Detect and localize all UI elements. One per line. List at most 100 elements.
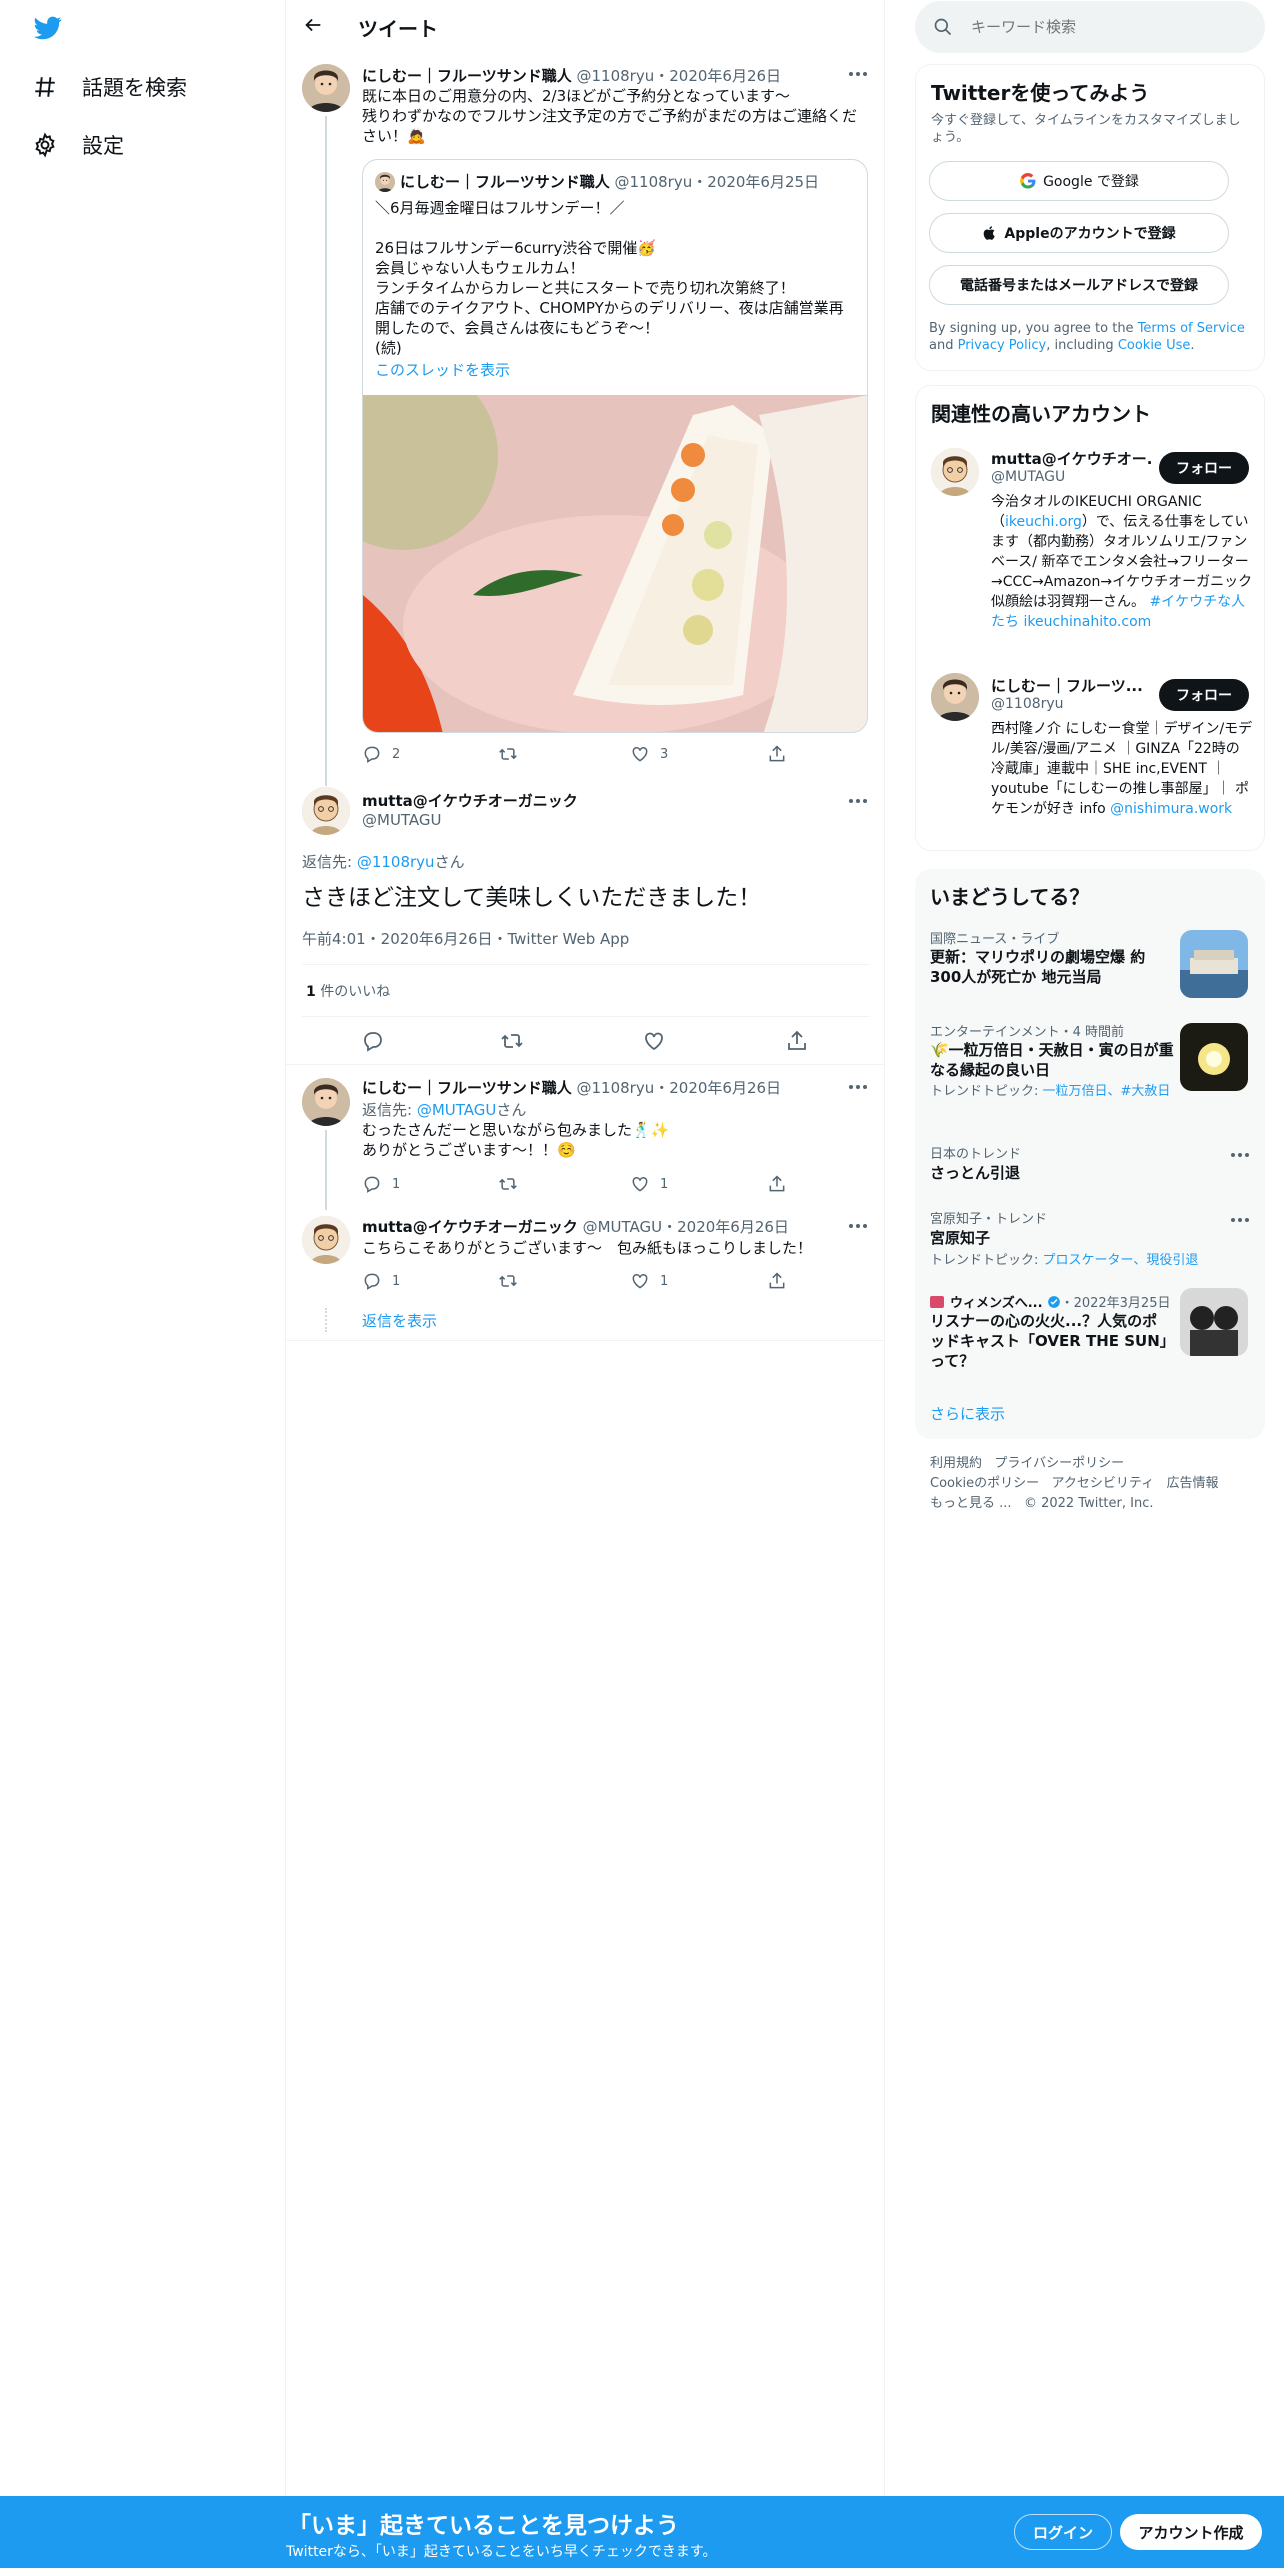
like-button[interactable]: 1 [630, 1174, 668, 1194]
bio-link[interactable]: @nishimura.work [1110, 801, 1232, 817]
bottom-signup-bar: 「いま」起きていることを見つけよう Twitterなら、「いま」起きていることを… [0, 2496, 1284, 2568]
trend-item[interactable]: 宮原知子・トレンド 宮原知子 トレンドトピック: プロスケーター、現役引退 [915, 1204, 1265, 1274]
show-thread-link[interactable]: このスレッドを表示 [375, 359, 510, 380]
topic-links[interactable]: 一粒万倍日、#大赦日 [1043, 1084, 1171, 1099]
author-name[interactable]: mutta@イケウチオーガニック [362, 1218, 578, 1236]
retweet-button[interactable] [498, 1174, 528, 1194]
signup-button[interactable]: アカウント作成 [1120, 2514, 1262, 2550]
twitter-logo-icon[interactable] [32, 14, 64, 42]
login-button[interactable]: ログイン [1014, 2514, 1112, 2550]
author-handle[interactable]: @MUTAGU [362, 811, 442, 829]
trend-topics: トレンドトピック: プロスケーター、現役引退 [930, 1249, 1198, 1268]
reply-to-handle[interactable]: @MUTAGU [417, 1101, 497, 1119]
reply-button[interactable]: 1 [362, 1271, 400, 1291]
nav-explore-label: 話題を検索 [82, 76, 187, 100]
avatar[interactable] [302, 1216, 350, 1264]
reply-to-handle[interactable]: @1108ryu [357, 853, 435, 871]
account-handle[interactable]: @1108ryu [991, 696, 1064, 712]
likes-summary[interactable]: 1 件のいいね [306, 981, 390, 1001]
author-name[interactable]: にしむー｜フルーツサンド職人 [362, 1079, 572, 1097]
retweet-button[interactable] [500, 1029, 534, 1053]
show-more-link[interactable]: さらに表示 [930, 1403, 1005, 1424]
like-button[interactable]: 1 [630, 1271, 668, 1291]
terms-end: . [1190, 338, 1195, 353]
main-column: ツイート にしむー｜フルーツサンド職人 @1108ryu・2020年6月26日 … [286, 0, 885, 2568]
share-button[interactable] [767, 1271, 797, 1291]
more-options-icon[interactable] [1230, 1217, 1250, 1223]
search-bar[interactable] [915, 1, 1265, 53]
more-options-icon[interactable] [848, 71, 868, 77]
trend-item[interactable]: ウィメンズへ... ・2022年3月25日 リスナーの心の火火...？人気のポッ… [915, 1288, 1265, 1388]
trend-title: 🌾一粒万倍日・天赦日・寅の日が重なる縁起の良い日 [930, 1041, 1174, 1079]
more-options-icon[interactable] [848, 1084, 868, 1090]
follow-button[interactable]: フォロー [1159, 679, 1249, 711]
footer-terms[interactable]: 利用規約 [930, 1456, 982, 1471]
author-handle[interactable]: @1108ryu [576, 67, 654, 85]
tweet-date[interactable]: 2020年6月26日 [669, 1079, 781, 1097]
bio-link[interactable]: ikeuchinahito.com [1023, 614, 1151, 630]
search-input[interactable] [971, 13, 1251, 41]
footer-cookie[interactable]: Cookieのポリシー [930, 1476, 1039, 1491]
avatar[interactable] [931, 673, 979, 721]
author-name[interactable]: mutta@イケウチオーガニック [362, 790, 578, 811]
follow-button[interactable]: フォロー [1159, 452, 1249, 484]
reply-to-prefix: 返信先: [362, 1101, 417, 1119]
nav-settings[interactable]: 設定 [32, 125, 124, 165]
retweet-button[interactable] [498, 744, 528, 764]
bio-link[interactable]: ikeuchi.org [1005, 514, 1082, 530]
bottom-bar-subtitle: Twitterなら、「いま」起きていることをいち早くチェックできます。 [286, 2544, 717, 2560]
reply-button[interactable] [361, 1029, 395, 1053]
left-nav: 話題を検索 設定 [0, 0, 286, 2568]
more-options-icon[interactable] [1230, 1152, 1250, 1158]
terms-link[interactable]: Terms of Service [1138, 321, 1245, 336]
footer-ads[interactable]: 広告情報 [1167, 1476, 1219, 1491]
trend-item[interactable]: 日本のトレンド さっとん引退 [915, 1139, 1265, 1189]
trend-item[interactable]: エンターテインメント・4 時間前 🌾一粒万倍日・天赦日・寅の日が重なる縁起の良い… [915, 1017, 1265, 1117]
footer-accessibility[interactable]: アクセシビリティ [1052, 1476, 1155, 1491]
footer-privacy[interactable]: プライバシーポリシー [994, 1456, 1124, 1471]
related-accounts-card: 関連性の高いアカウント mutta@イケウチオー... @MUTAGU フォロー… [915, 385, 1265, 851]
avatar[interactable] [302, 1078, 350, 1126]
google-signup-button[interactable]: Google で登録 [929, 161, 1229, 201]
author-handle[interactable]: @1108ryu [576, 1079, 654, 1097]
share-button[interactable] [767, 1174, 797, 1194]
avatar[interactable] [302, 64, 350, 112]
account-name[interactable]: にしむー｜フルーツ... [991, 675, 1151, 696]
nav-explore[interactable]: 話題を検索 [32, 67, 187, 107]
topic-links[interactable]: プロスケーター、現役引退 [1043, 1253, 1199, 1268]
avatar[interactable] [302, 787, 350, 835]
trend-item[interactable]: 国際ニュース・ライブ 更新：マリウポリの劇場空爆 約300人が死亡か 地元当局 [915, 924, 1265, 1004]
account-name[interactable]: mutta@イケウチオー... [991, 448, 1151, 469]
tweet-date[interactable]: 2020年6月26日 [677, 1218, 789, 1236]
avatar[interactable] [931, 448, 979, 496]
thread-dots [325, 1308, 327, 1332]
author-handle[interactable]: @MUTAGU [583, 1218, 663, 1236]
like-button[interactable] [642, 1029, 676, 1053]
author-name[interactable]: にしむー｜フルーツサンド職人 [362, 67, 572, 85]
show-replies-link[interactable]: 返信を表示 [362, 1310, 437, 1331]
share-button[interactable] [785, 1029, 819, 1053]
phone-email-signup-button[interactable]: 電話番号またはメールアドレスで登録 [929, 265, 1229, 305]
footer-links: 利用規約 プライバシーポリシー Cookieのポリシー アクセシビリティ 広告情… [930, 1454, 1260, 1514]
reply-to-prefix: 返信先: [302, 853, 357, 871]
more-options-icon[interactable] [848, 1223, 868, 1229]
tweet-date[interactable]: 2020年6月26日 [669, 67, 781, 85]
reply-button[interactable]: 1 [362, 1174, 400, 1194]
footer-more[interactable]: もっと見る ... [930, 1496, 1012, 1511]
signup-subtitle: 今すぐ登録して、タイムラインをカスタマイズしましょう。 [931, 113, 1241, 145]
privacy-link[interactable]: Privacy Policy [958, 338, 1047, 353]
more-options-icon[interactable] [848, 798, 868, 804]
quote-author-handle: @1108ryu [614, 173, 693, 191]
quoted-tweet[interactable]: にしむー｜フルーツサンド職人 @1108ryu・2020年6月25日 ＼6月毎週… [362, 159, 868, 733]
topic-prefix: トレンドトピック: [930, 1253, 1043, 1268]
reply-button[interactable]: 2 [362, 744, 400, 764]
like-button[interactable]: 3 [630, 744, 668, 764]
tweet-meta[interactable]: 午前4:01・2020年6月26日・Twitter Web App [302, 928, 629, 949]
retweet-button[interactable] [498, 1271, 528, 1291]
sandwich-photo[interactable] [363, 360, 867, 732]
apple-signup-button[interactable]: Appleのアカウントで登録 [929, 213, 1229, 253]
back-arrow-icon[interactable] [302, 14, 328, 40]
cookie-link[interactable]: Cookie Use [1118, 338, 1191, 353]
account-handle[interactable]: @MUTAGU [991, 469, 1065, 485]
share-button[interactable] [767, 744, 797, 764]
